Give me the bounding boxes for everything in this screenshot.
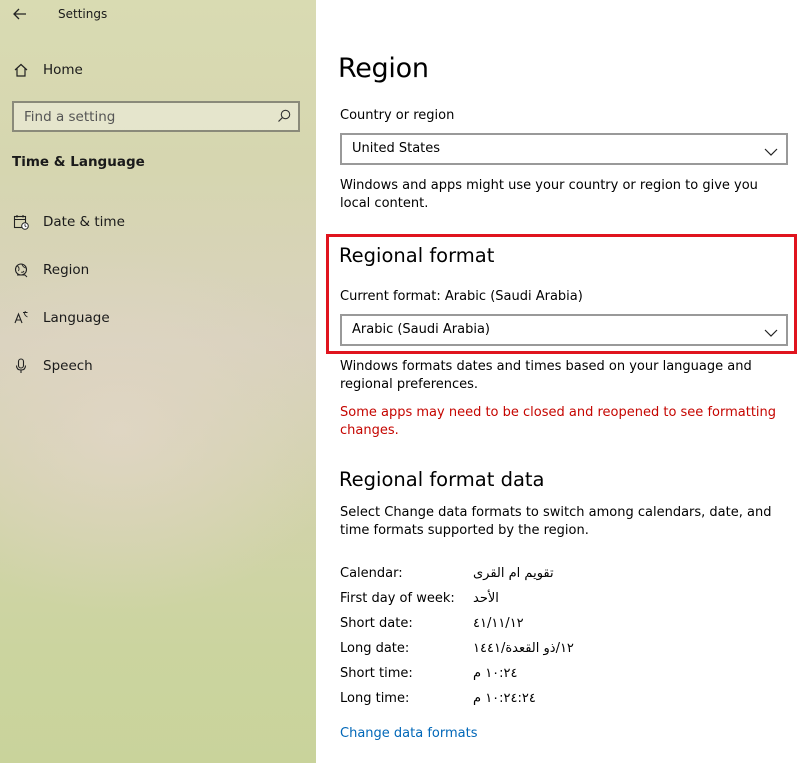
title-bar: Settings	[0, 0, 316, 30]
format-row-value: ١٢/ذو القعدة/١٤٤١	[473, 641, 574, 656]
sidebar-item-home[interactable]: Home	[0, 50, 316, 90]
format-row-value: الأحد	[473, 591, 499, 606]
country-description: Windows and apps might use your country …	[340, 178, 758, 211]
format-row-key: Calendar:	[340, 566, 403, 581]
format-row-value: ١٠:٢٤ م	[473, 666, 518, 681]
format-row-key: Short time:	[340, 666, 413, 681]
format-row-value: ٤١/١١/١٢	[473, 616, 524, 631]
restart-warning: Some apps may need to be closed and reop…	[340, 405, 777, 438]
globe-icon	[12, 261, 30, 279]
sidebar-item-label: Home	[43, 62, 83, 78]
microphone-icon	[12, 357, 30, 375]
format-data-heading: Regional format data	[339, 468, 545, 491]
sidebar: Settings Home Time & Language	[0, 0, 316, 763]
calendar-clock-icon	[12, 213, 30, 231]
regional-format-heading: Regional format	[339, 244, 495, 267]
search-box[interactable]	[12, 101, 300, 132]
current-format-label: Current format: Arabic (Saudi Arabia)	[340, 289, 583, 304]
section-title: Time & Language	[12, 154, 145, 170]
sidebar-item-label: Region	[43, 262, 90, 278]
sidebar-item-label: Date & time	[43, 214, 125, 230]
format-row-key: Short date:	[340, 616, 413, 631]
language-icon	[12, 309, 30, 327]
sidebar-item-label: Speech	[43, 358, 93, 374]
sidebar-item-date-time[interactable]: Date & time	[0, 202, 316, 242]
main-content: Region Country or region United States W…	[316, 0, 807, 763]
app-title: Settings	[58, 7, 108, 21]
format-row-key: First day of week:	[340, 591, 455, 606]
search-icon	[276, 108, 292, 124]
regional-format-selected-value: Arabic (Saudi Arabia)	[352, 322, 490, 337]
settings-window: Settings Home Time & Language	[0, 0, 807, 763]
regional-format-description: Windows formats dates and times based on…	[340, 359, 752, 392]
sidebar-item-language[interactable]: Language	[0, 298, 316, 338]
format-row-key: Long time:	[340, 691, 410, 706]
sidebar-item-label: Language	[43, 310, 110, 326]
country-selected-value: United States	[352, 141, 441, 156]
format-row-value: ١٠:٢٤:٢٤ م	[473, 691, 536, 706]
sidebar-item-region[interactable]: Region	[0, 250, 316, 290]
format-row-key: Long date:	[340, 641, 410, 656]
country-dropdown[interactable]: United States	[340, 133, 788, 165]
sidebar-item-speech[interactable]: Speech	[0, 346, 316, 386]
country-label: Country or region	[340, 108, 455, 123]
page-title: Region	[338, 53, 429, 84]
chevron-down-icon	[764, 143, 778, 156]
back-button[interactable]	[8, 2, 32, 26]
back-arrow-icon	[13, 8, 26, 20]
chevron-down-icon	[764, 324, 778, 337]
format-data-description: Select Change data formats to switch amo…	[340, 505, 772, 538]
format-row-value: تقويم ام القرى	[473, 566, 554, 581]
regional-format-dropdown[interactable]: Arabic (Saudi Arabia)	[340, 314, 788, 346]
change-data-formats-link[interactable]: Change data formats	[340, 726, 477, 741]
search-input[interactable]	[14, 103, 270, 130]
home-icon	[12, 61, 30, 79]
